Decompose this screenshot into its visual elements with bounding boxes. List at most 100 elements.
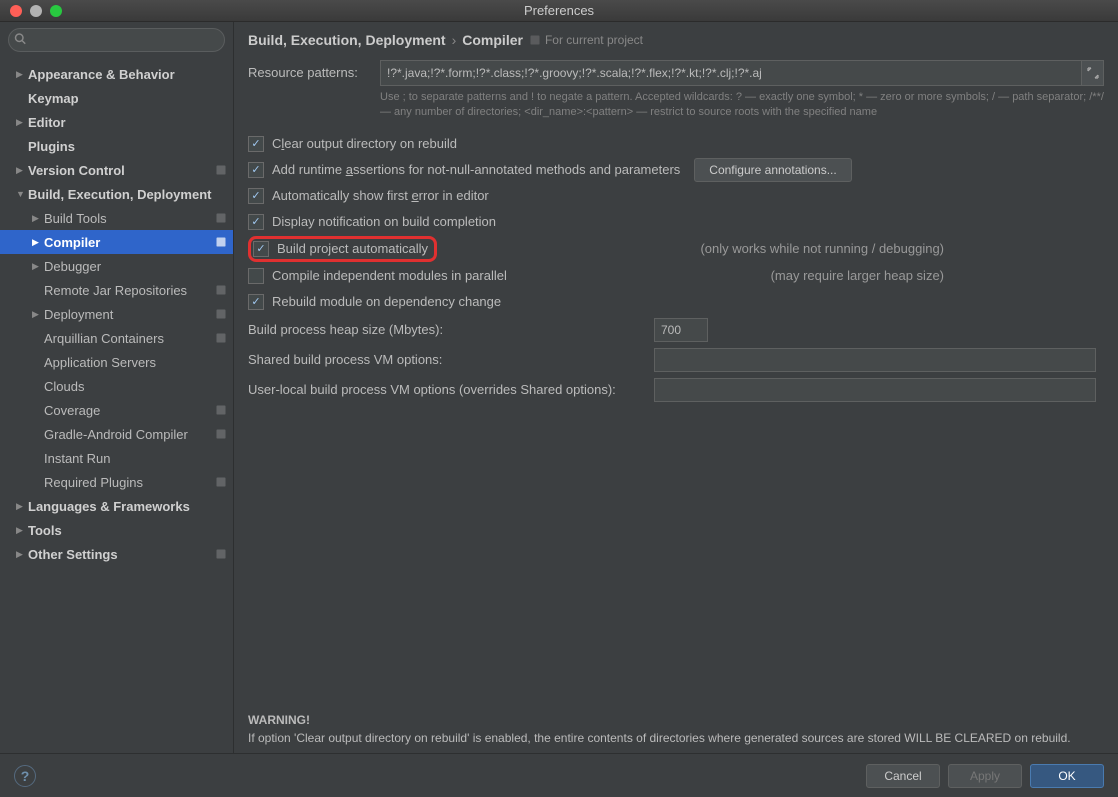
- sidebar-item-tools[interactable]: ▶Tools: [0, 518, 233, 542]
- sidebar-item-label: Tools: [28, 523, 233, 538]
- expand-field-button[interactable]: [1082, 60, 1104, 86]
- sidebar-item-application-servers[interactable]: ▶Application Servers: [0, 350, 233, 374]
- sidebar-item-debugger[interactable]: ▶Debugger: [0, 254, 233, 278]
- sidebar-item-compiler[interactable]: ▶Compiler: [0, 230, 233, 254]
- sidebar-item-plugins[interactable]: ▶Plugins: [0, 134, 233, 158]
- cancel-button[interactable]: Cancel: [866, 764, 940, 788]
- build-automatically-label: Build project automatically: [277, 241, 428, 256]
- project-scope-icon: [215, 548, 227, 560]
- user-vm-label: User-local build process VM options (ove…: [248, 382, 654, 397]
- resource-patterns-hint: Use ; to separate patterns and ! to nega…: [380, 90, 1104, 121]
- titlebar: Preferences: [0, 0, 1118, 22]
- sidebar-item-instant-run[interactable]: ▶Instant Run: [0, 446, 233, 470]
- settings-content: Build, Execution, Deployment › Compiler …: [234, 22, 1118, 753]
- sidebar-item-label: Clouds: [44, 379, 233, 394]
- sidebar-item-label: Application Servers: [44, 355, 233, 370]
- sidebar-item-label: Languages & Frameworks: [28, 499, 233, 514]
- sidebar-item-build-tools[interactable]: ▶Build Tools: [0, 206, 233, 230]
- display-notification-label: Display notification on build completion: [272, 214, 496, 229]
- build-automatically-checkbox[interactable]: [253, 241, 269, 257]
- heap-size-input[interactable]: [654, 318, 708, 342]
- highlight-annotation: Build project automatically: [248, 236, 437, 262]
- sidebar-item-editor[interactable]: ▶Editor: [0, 110, 233, 134]
- dialog-button-bar: ? Cancel Apply OK: [0, 753, 1118, 797]
- search-icon: [14, 33, 26, 48]
- project-icon: [529, 34, 541, 46]
- settings-sidebar: ▶Appearance & Behavior▶Keymap▶Editor▶Plu…: [0, 22, 234, 753]
- sidebar-item-remote-jar-repositories[interactable]: ▶Remote Jar Repositories: [0, 278, 233, 302]
- sidebar-item-label: Compiler: [44, 235, 215, 250]
- heap-size-label: Build process heap size (Mbytes):: [248, 322, 654, 337]
- chevron-right-icon: ▶: [32, 213, 44, 224]
- chevron-right-icon: ▶: [32, 309, 44, 320]
- help-icon[interactable]: ?: [14, 765, 36, 787]
- build-automatically-note: (only works while not running / debuggin…: [700, 241, 1104, 256]
- sidebar-item-label: Required Plugins: [44, 475, 215, 490]
- chevron-right-icon: ›: [452, 32, 457, 48]
- close-icon[interactable]: [10, 5, 22, 17]
- sidebar-item-label: Version Control: [28, 163, 215, 178]
- sidebar-item-required-plugins[interactable]: ▶Required Plugins: [0, 470, 233, 494]
- sidebar-item-other-settings[interactable]: ▶Other Settings: [0, 542, 233, 566]
- compile-parallel-label: Compile independent modules in parallel: [272, 268, 507, 283]
- rebuild-dep-checkbox[interactable]: [248, 294, 264, 310]
- sidebar-item-label: Debugger: [44, 259, 233, 274]
- sidebar-item-coverage[interactable]: ▶Coverage: [0, 398, 233, 422]
- settings-search-input[interactable]: [8, 28, 225, 52]
- clear-output-label: Clear output directory on rebuild: [272, 136, 457, 151]
- sidebar-item-deployment[interactable]: ▶Deployment: [0, 302, 233, 326]
- breadcrumb: Build, Execution, Deployment › Compiler …: [248, 32, 1104, 48]
- rebuild-dep-label: Rebuild module on dependency change: [272, 294, 501, 309]
- auto-show-error-label: Automatically show first error in editor: [272, 188, 489, 203]
- project-scope-icon: [215, 212, 227, 224]
- maximize-icon[interactable]: [50, 5, 62, 17]
- chevron-right-icon: ▶: [16, 117, 28, 128]
- resource-patterns-label: Resource patterns:: [248, 60, 380, 80]
- sidebar-item-build-execution-deployment[interactable]: ▼Build, Execution, Deployment: [0, 182, 233, 206]
- window-title: Preferences: [524, 3, 594, 18]
- breadcrumb-item[interactable]: Build, Execution, Deployment: [248, 32, 446, 48]
- user-vm-input[interactable]: [654, 378, 1096, 402]
- project-scope-icon: [215, 476, 227, 488]
- window-controls: [0, 5, 62, 17]
- sidebar-item-version-control[interactable]: ▶Version Control: [0, 158, 233, 182]
- project-scope-icon: [215, 284, 227, 296]
- configure-annotations-button[interactable]: Configure annotations...: [694, 158, 851, 182]
- minimize-icon[interactable]: [30, 5, 42, 17]
- scope-label: For current project: [529, 33, 643, 47]
- sidebar-item-clouds[interactable]: ▶Clouds: [0, 374, 233, 398]
- runtime-assertions-checkbox[interactable]: [248, 162, 264, 178]
- clear-output-checkbox[interactable]: [248, 136, 264, 152]
- shared-vm-input[interactable]: [654, 348, 1096, 372]
- ok-button[interactable]: OK: [1030, 764, 1104, 788]
- breadcrumb-item: Compiler: [462, 32, 523, 48]
- sidebar-item-label: Coverage: [44, 403, 215, 418]
- chevron-right-icon: ▶: [16, 69, 28, 80]
- sidebar-item-label: Build Tools: [44, 211, 215, 226]
- chevron-right-icon: ▶: [32, 261, 44, 272]
- project-scope-icon: [215, 236, 227, 248]
- sidebar-item-label: Plugins: [28, 139, 233, 154]
- sidebar-item-languages-frameworks[interactable]: ▶Languages & Frameworks: [0, 494, 233, 518]
- warning-text: WARNING! If option 'Clear output directo…: [248, 712, 1104, 747]
- chevron-right-icon: ▶: [32, 237, 44, 248]
- chevron-right-icon: ▶: [16, 525, 28, 536]
- sidebar-item-arquillian-containers[interactable]: ▶Arquillian Containers: [0, 326, 233, 350]
- compile-parallel-checkbox[interactable]: [248, 268, 264, 284]
- compile-parallel-note: (may require larger heap size): [771, 268, 1104, 283]
- project-scope-icon: [215, 164, 227, 176]
- display-notification-checkbox[interactable]: [248, 214, 264, 230]
- sidebar-item-label: Appearance & Behavior: [28, 67, 233, 82]
- apply-button[interactable]: Apply: [948, 764, 1022, 788]
- sidebar-item-label: Arquillian Containers: [44, 331, 215, 346]
- resource-patterns-input[interactable]: [380, 60, 1082, 86]
- sidebar-item-label: Keymap: [28, 91, 233, 106]
- sidebar-item-appearance-behavior[interactable]: ▶Appearance & Behavior: [0, 62, 233, 86]
- sidebar-item-keymap[interactable]: ▶Keymap: [0, 86, 233, 110]
- sidebar-item-label: Gradle-Android Compiler: [44, 427, 215, 442]
- auto-show-error-checkbox[interactable]: [248, 188, 264, 204]
- project-scope-icon: [215, 428, 227, 440]
- chevron-right-icon: ▶: [16, 165, 28, 176]
- project-scope-icon: [215, 404, 227, 416]
- sidebar-item-gradle-android-compiler[interactable]: ▶Gradle-Android Compiler: [0, 422, 233, 446]
